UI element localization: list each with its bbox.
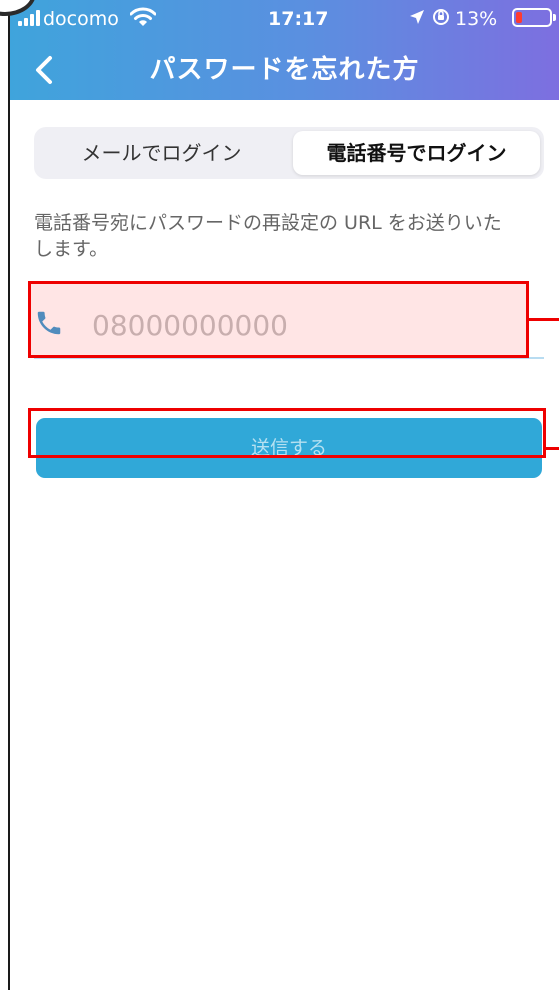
battery-level bbox=[516, 12, 522, 23]
page-title: パスワードを忘れた方 bbox=[149, 55, 420, 85]
highlight-leader-line bbox=[529, 318, 559, 321]
highlight-box-send bbox=[28, 408, 546, 458]
app-header: docomo 17:17 13% パスワードを忘れた方 bbox=[10, 0, 559, 100]
orientation-lock-icon bbox=[433, 9, 449, 25]
highlight-leader-line bbox=[546, 447, 559, 450]
status-time: 17:17 bbox=[268, 8, 329, 30]
battery-cap bbox=[553, 14, 556, 21]
wifi-icon bbox=[130, 7, 156, 26]
tab-phone-login[interactable]: 電話番号でログイン bbox=[293, 131, 540, 175]
device-edge bbox=[8, 0, 10, 990]
battery-icon bbox=[512, 8, 552, 27]
login-method-segmented-control: メールでログイン 電話番号でログイン bbox=[34, 127, 544, 179]
carrier-name: docomo bbox=[43, 8, 119, 30]
location-arrow-icon bbox=[410, 10, 424, 24]
highlight-box-phone bbox=[28, 281, 529, 358]
battery-percent: 13% bbox=[455, 8, 498, 30]
instruction-text: 電話番号宛にパスワードの再設定の URL をお送りいたします。 bbox=[34, 212, 502, 260]
status-bar: docomo 17:17 13% bbox=[10, 0, 559, 40]
tab-email-login[interactable]: メールでログイン bbox=[38, 131, 285, 175]
